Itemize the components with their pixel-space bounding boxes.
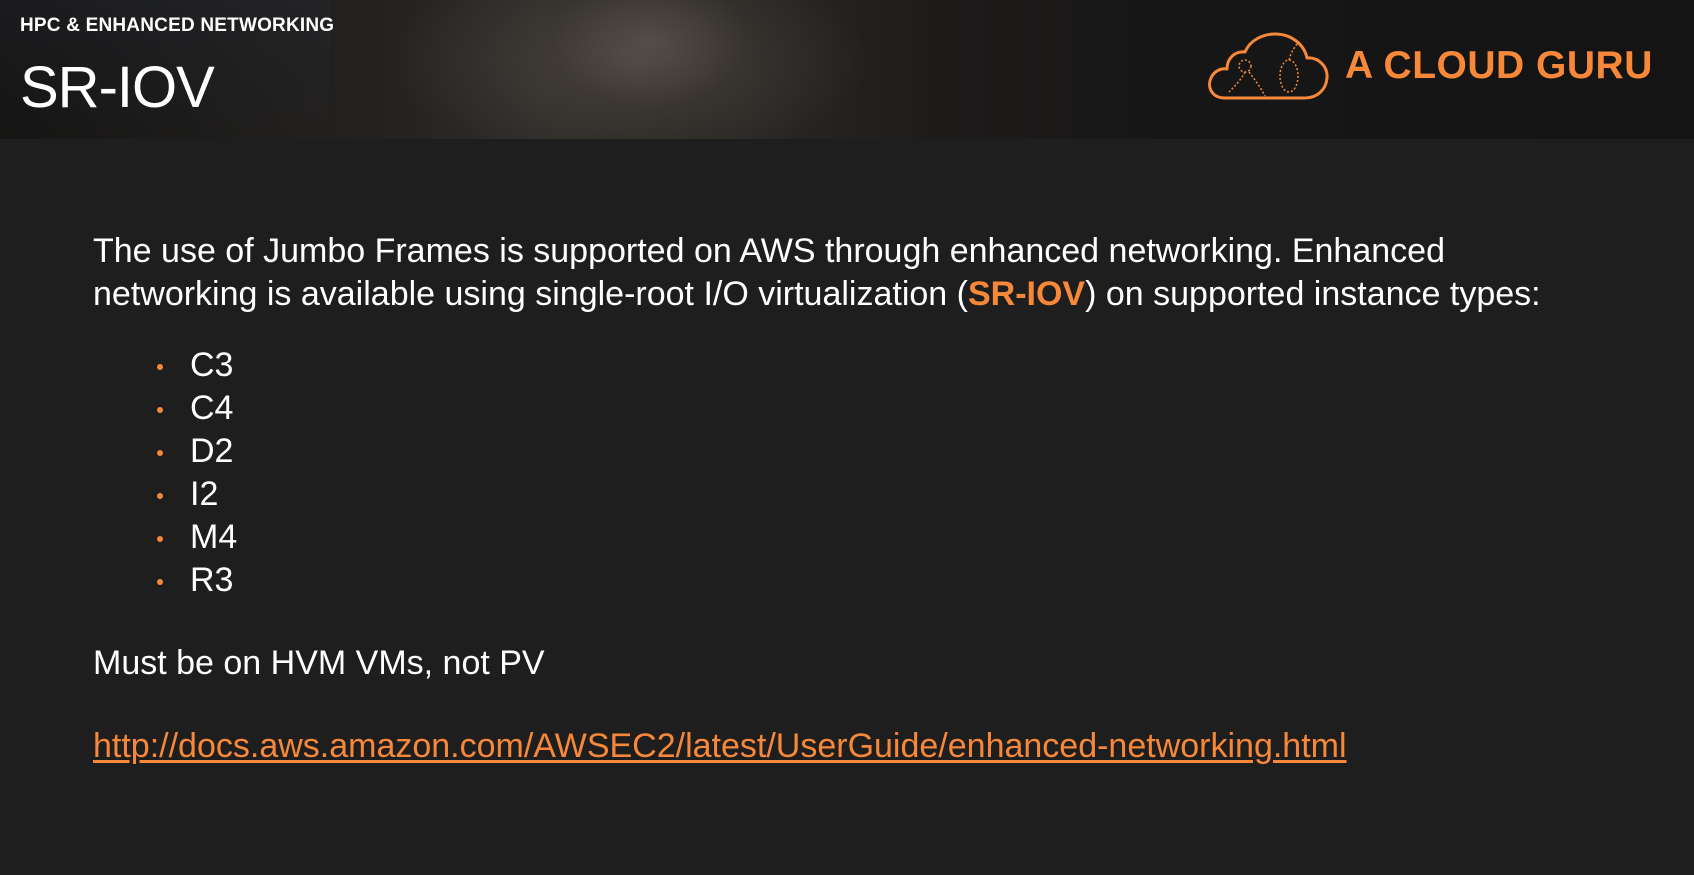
header-highlight-shade	[520, 0, 780, 139]
bullet-icon	[157, 579, 163, 585]
intro-paragraph: The use of Jumbo Frames is supported on …	[93, 230, 1613, 316]
intro-text-end: ) on supported instance types:	[1085, 275, 1541, 313]
bullet-icon	[157, 450, 163, 456]
instance-type-label: R3	[190, 561, 234, 599]
bullet-icon	[157, 407, 163, 413]
slide: HPC & ENHANCED NETWORKING SR-IOV A CLOUD…	[0, 0, 1694, 875]
brand-name: A CLOUD GURU	[1345, 44, 1653, 87]
instance-type-label: C3	[190, 346, 234, 384]
brand-logo: A CLOUD GURU	[1205, 30, 1675, 104]
list-item: C3	[157, 344, 1653, 387]
list-item: M4	[157, 516, 1653, 559]
instance-type-label: D2	[190, 432, 234, 470]
instance-type-label: M4	[190, 518, 238, 556]
slide-content: The use of Jumbo Frames is supported on …	[93, 230, 1653, 768]
documentation-link[interactable]: http://docs.aws.amazon.com/AWSEC2/latest…	[93, 725, 1347, 768]
instance-type-list: C3 C4 D2 I2 M4 R3	[93, 344, 1653, 602]
sr-iov-highlight: SR-IOV	[967, 275, 1086, 313]
page-title: SR-IOV	[20, 55, 215, 120]
list-item: I2	[157, 473, 1653, 516]
instance-type-label: I2	[190, 475, 219, 513]
hvm-note: Must be on HVM VMs, not PV	[93, 644, 545, 682]
list-item: C4	[157, 387, 1653, 430]
instance-type-label: C4	[190, 389, 234, 427]
cloud-logo-icon	[1208, 32, 1329, 100]
bullet-icon	[157, 493, 163, 499]
section-kicker: HPC & ENHANCED NETWORKING	[20, 15, 335, 36]
list-item: D2	[157, 430, 1653, 473]
slide-header: HPC & ENHANCED NETWORKING SR-IOV A CLOUD…	[0, 0, 1694, 139]
bullet-icon	[157, 364, 163, 370]
list-item: R3	[157, 559, 1653, 602]
bullet-icon	[157, 536, 163, 542]
